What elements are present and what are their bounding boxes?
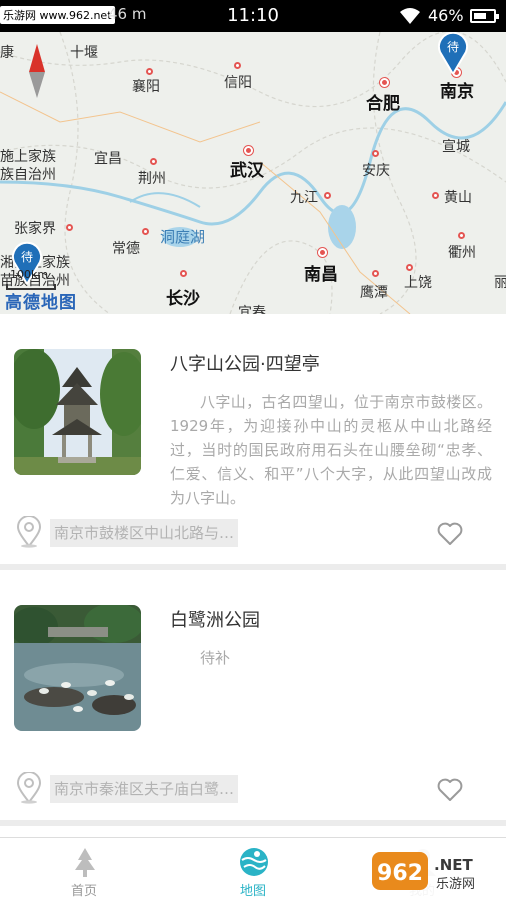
- city-label: 南昌: [304, 265, 338, 285]
- attraction-title: 白鹭洲公园: [170, 610, 260, 631]
- attraction-description: 待补: [200, 649, 231, 667]
- tab-map[interactable]: 地图: [169, 838, 337, 900]
- attraction-address: 南京市秦淮区夫子庙白鹭…: [50, 775, 239, 803]
- city-label: 襄阳: [132, 79, 160, 95]
- tab-home[interactable]: 首页: [0, 838, 168, 900]
- attraction-card[interactable]: 八字山公园·四望亭 八字山，古名四望山，位于南京市鼓楼区。1929年，为迎接孙中…: [0, 314, 506, 564]
- location-pin-icon: [16, 772, 42, 804]
- city-label: 长沙: [166, 289, 200, 309]
- attraction-address: 南京市鼓楼区中山北路与…: [50, 519, 239, 547]
- city-label: 施上家族: [0, 149, 56, 165]
- city-label: 上饶: [404, 275, 432, 291]
- city-marker: [372, 270, 379, 277]
- svg-text:962: 962: [377, 861, 423, 886]
- map-scale-label: 100km: [10, 268, 49, 281]
- lake-label: 洞庭湖: [160, 228, 206, 246]
- city-label: 宜春: [238, 305, 266, 314]
- battery-percent: 46%: [428, 6, 464, 25]
- city-marker: [150, 158, 157, 165]
- city-marker: [180, 270, 187, 277]
- city-marker: [458, 232, 465, 239]
- map-view[interactable]: 康 十堰 襄阳 信阳 合肥 南京 施上家族 族自治州 宜昌 荆州 武汉 安庆 宣…: [0, 32, 506, 314]
- city-label: 衢州: [448, 245, 476, 261]
- city-label: 南京: [440, 82, 474, 102]
- svg-text:.NET: .NET: [434, 856, 473, 874]
- city-marker: [234, 62, 241, 69]
- city-label: 宣城: [442, 139, 470, 155]
- favorite-heart-icon[interactable]: [436, 522, 464, 546]
- city-label: 信阳: [224, 75, 252, 91]
- status-bar: 乐游网 www.962.net 46 m 11:10 46%: [0, 0, 506, 32]
- map-pin-icon[interactable]: 待: [436, 32, 470, 74]
- city-label: 黄山: [444, 190, 472, 206]
- city-marker: [372, 150, 379, 157]
- city-marker: [406, 264, 413, 271]
- wifi-icon: [400, 8, 420, 24]
- attraction-card[interactable]: 白鹭洲公园 待补 南京市秦淮区夫子庙白鹭…: [0, 570, 506, 820]
- amap-logo: 高德地图: [5, 293, 77, 313]
- city-label: 宜昌: [94, 151, 122, 167]
- city-marker: [142, 228, 149, 235]
- location-pin-icon: [16, 516, 42, 548]
- city-label: 安庆: [362, 163, 390, 179]
- city-label: 族自治州: [0, 167, 56, 183]
- city-label: 合肥: [366, 94, 400, 114]
- city-marker: [318, 248, 327, 257]
- city-label: 张家界: [14, 221, 56, 237]
- city-label: 九江: [290, 190, 318, 206]
- tab-label: 地图: [239, 884, 266, 899]
- attraction-thumbnail: [14, 605, 141, 731]
- city-marker: [324, 192, 331, 199]
- city-label: 十堰: [70, 45, 98, 61]
- map-icon: [240, 848, 268, 876]
- svg-text:乐游网: 乐游网: [436, 877, 475, 892]
- city-label: 康: [0, 45, 14, 61]
- site-watermark-logo: 962 .NET 乐游网: [368, 846, 502, 896]
- attraction-description: 八字山，古名四望山，位于南京市鼓楼区。1929年，为迎接孙中山的灵柩从中山北路经…: [170, 393, 492, 507]
- city-label: 丽: [494, 275, 506, 291]
- city-marker: [66, 224, 73, 231]
- tree-icon: [75, 848, 95, 877]
- attraction-thumbnail: [14, 349, 141, 475]
- pin-label: 待: [21, 250, 33, 264]
- battery-icon: [470, 9, 499, 23]
- list-divider: [0, 820, 506, 826]
- city-marker: [244, 146, 253, 155]
- attraction-list: 八字山公园·四望亭 八字山，古名四望山，位于南京市鼓楼区。1929年，为迎接孙中…: [0, 314, 506, 826]
- city-label: 常德: [112, 241, 140, 257]
- pin-label: 待: [447, 40, 459, 54]
- city-label: 荆州: [138, 171, 166, 187]
- tab-label: 首页: [70, 884, 97, 899]
- city-label: 鹰潭: [360, 285, 388, 301]
- compass-icon[interactable]: [25, 44, 49, 98]
- favorite-heart-icon[interactable]: [436, 778, 464, 802]
- attraction-title: 八字山公园·四望亭: [170, 354, 320, 375]
- city-marker: [146, 68, 153, 75]
- city-marker: [380, 78, 389, 87]
- city-label: 武汉: [230, 161, 264, 181]
- city-marker: [432, 192, 439, 199]
